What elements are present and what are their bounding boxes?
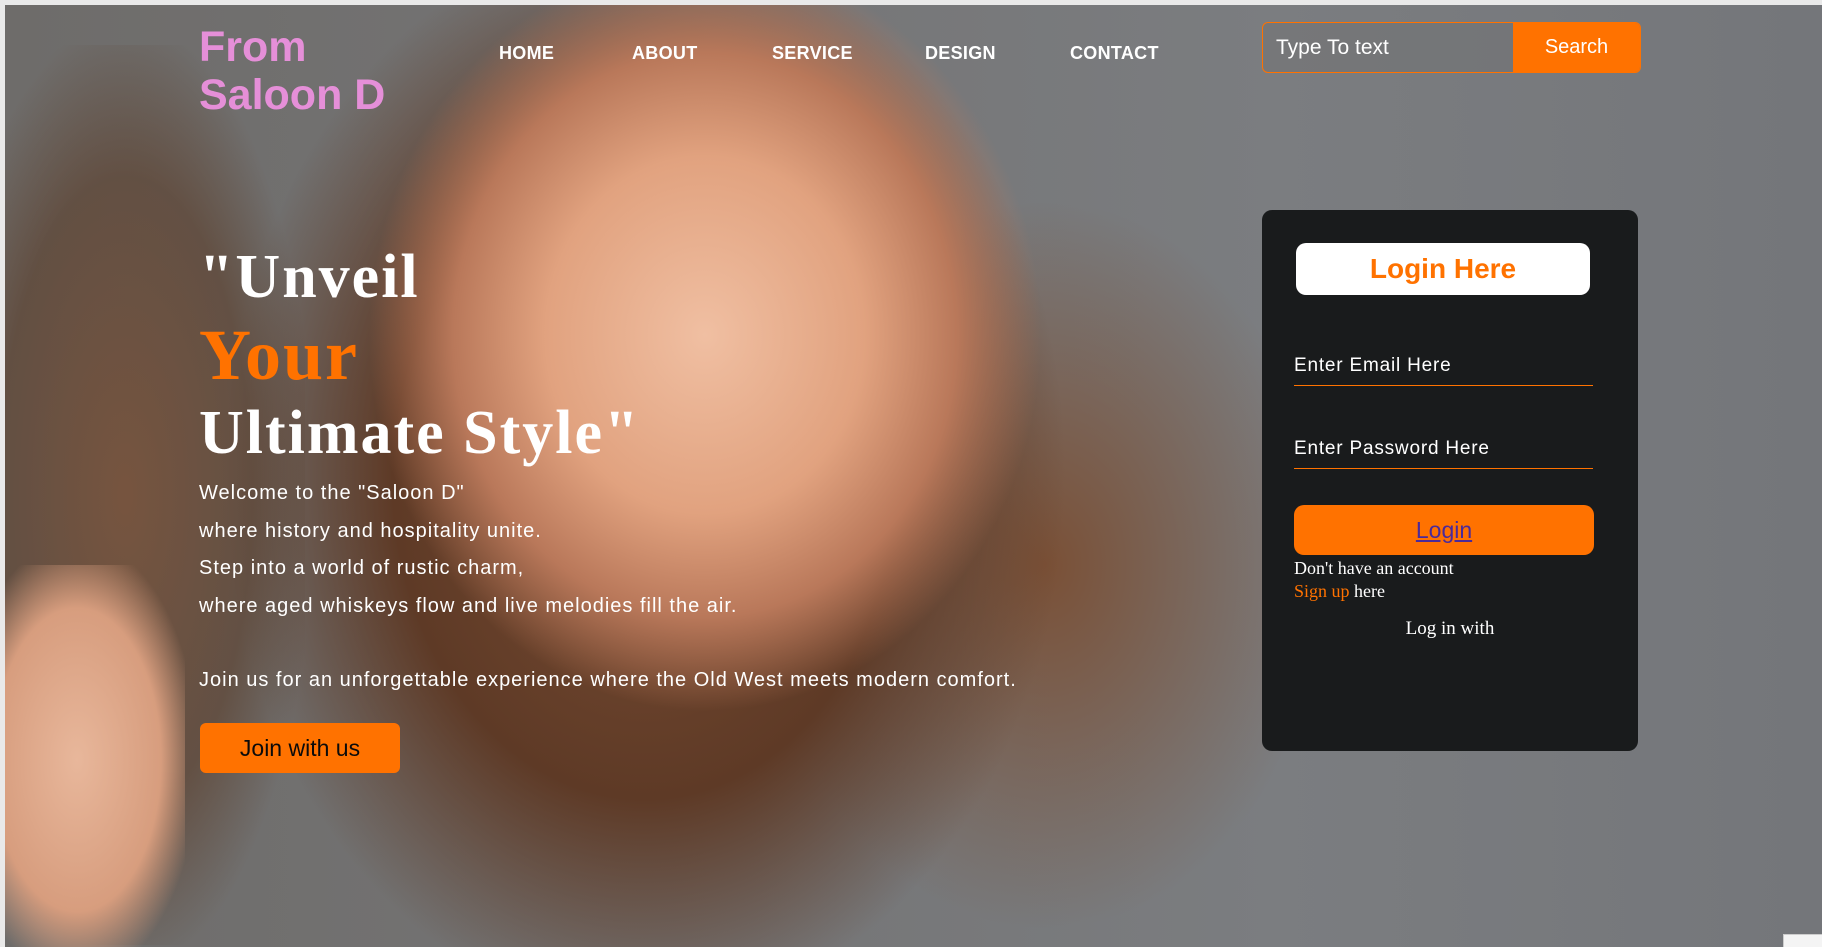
intro-closing: Join us for an unforgettable experience …	[199, 669, 1017, 691]
login-with-text: Log in with	[1405, 618, 1495, 639]
search-input[interactable]	[1263, 23, 1513, 72]
intro-line-4: where aged whiskeys flow and live melodi…	[199, 594, 738, 617]
password-field[interactable]	[1294, 429, 1593, 469]
headline-line-1: "Unveil	[199, 243, 420, 311]
brand-line-2: Saloon D	[199, 71, 386, 119]
no-account-text: Don't have an account	[1294, 558, 1454, 578]
nav-service[interactable]: SERVICE	[772, 43, 853, 64]
intro-line-3: Step into a world of rustic charm,	[199, 557, 525, 579]
brand-logo[interactable]: From Saloon D	[199, 23, 385, 119]
nav-contact[interactable]: CONTACT	[1070, 43, 1159, 64]
signup-row: Sign up here	[1294, 580, 1454, 603]
headline-line-3: Ultimate Style"	[199, 399, 641, 467]
nav-about[interactable]: ABOUT	[632, 43, 698, 64]
signup-prompt: Don't have an account Sign up here	[1294, 557, 1454, 603]
nav-design[interactable]: DESIGN	[925, 43, 996, 64]
hero-image-hand	[5, 565, 185, 947]
login-card: Login Here Login Don't have an account S…	[1262, 210, 1638, 751]
brand-line-1: From	[199, 23, 307, 71]
login-title: Login Here	[1296, 243, 1590, 295]
signup-link[interactable]: Sign up	[1294, 581, 1350, 601]
join-button[interactable]: Join with us	[200, 723, 400, 773]
signup-suffix: here	[1349, 581, 1385, 601]
headline-line-2: Your	[199, 315, 360, 395]
hero-intro: Welcome to the "Saloon D" where history …	[199, 475, 1017, 700]
intro-line-1: Welcome to the "Saloon D"	[199, 482, 465, 504]
hero-headline: "Unveil Your Ultimate Style"	[199, 238, 640, 472]
search-button[interactable]: Search	[1513, 23, 1640, 72]
corner-tag	[1783, 934, 1822, 947]
email-field[interactable]	[1294, 346, 1593, 386]
login-button[interactable]: Login	[1294, 505, 1594, 555]
hero-background: From Saloon D HOME ABOUT SERVICE DESIGN …	[5, 5, 1822, 947]
nav-home[interactable]: HOME	[499, 43, 554, 64]
intro-line-2: where history and hospitality unite.	[199, 519, 542, 542]
search-bar: Search	[1262, 22, 1641, 73]
